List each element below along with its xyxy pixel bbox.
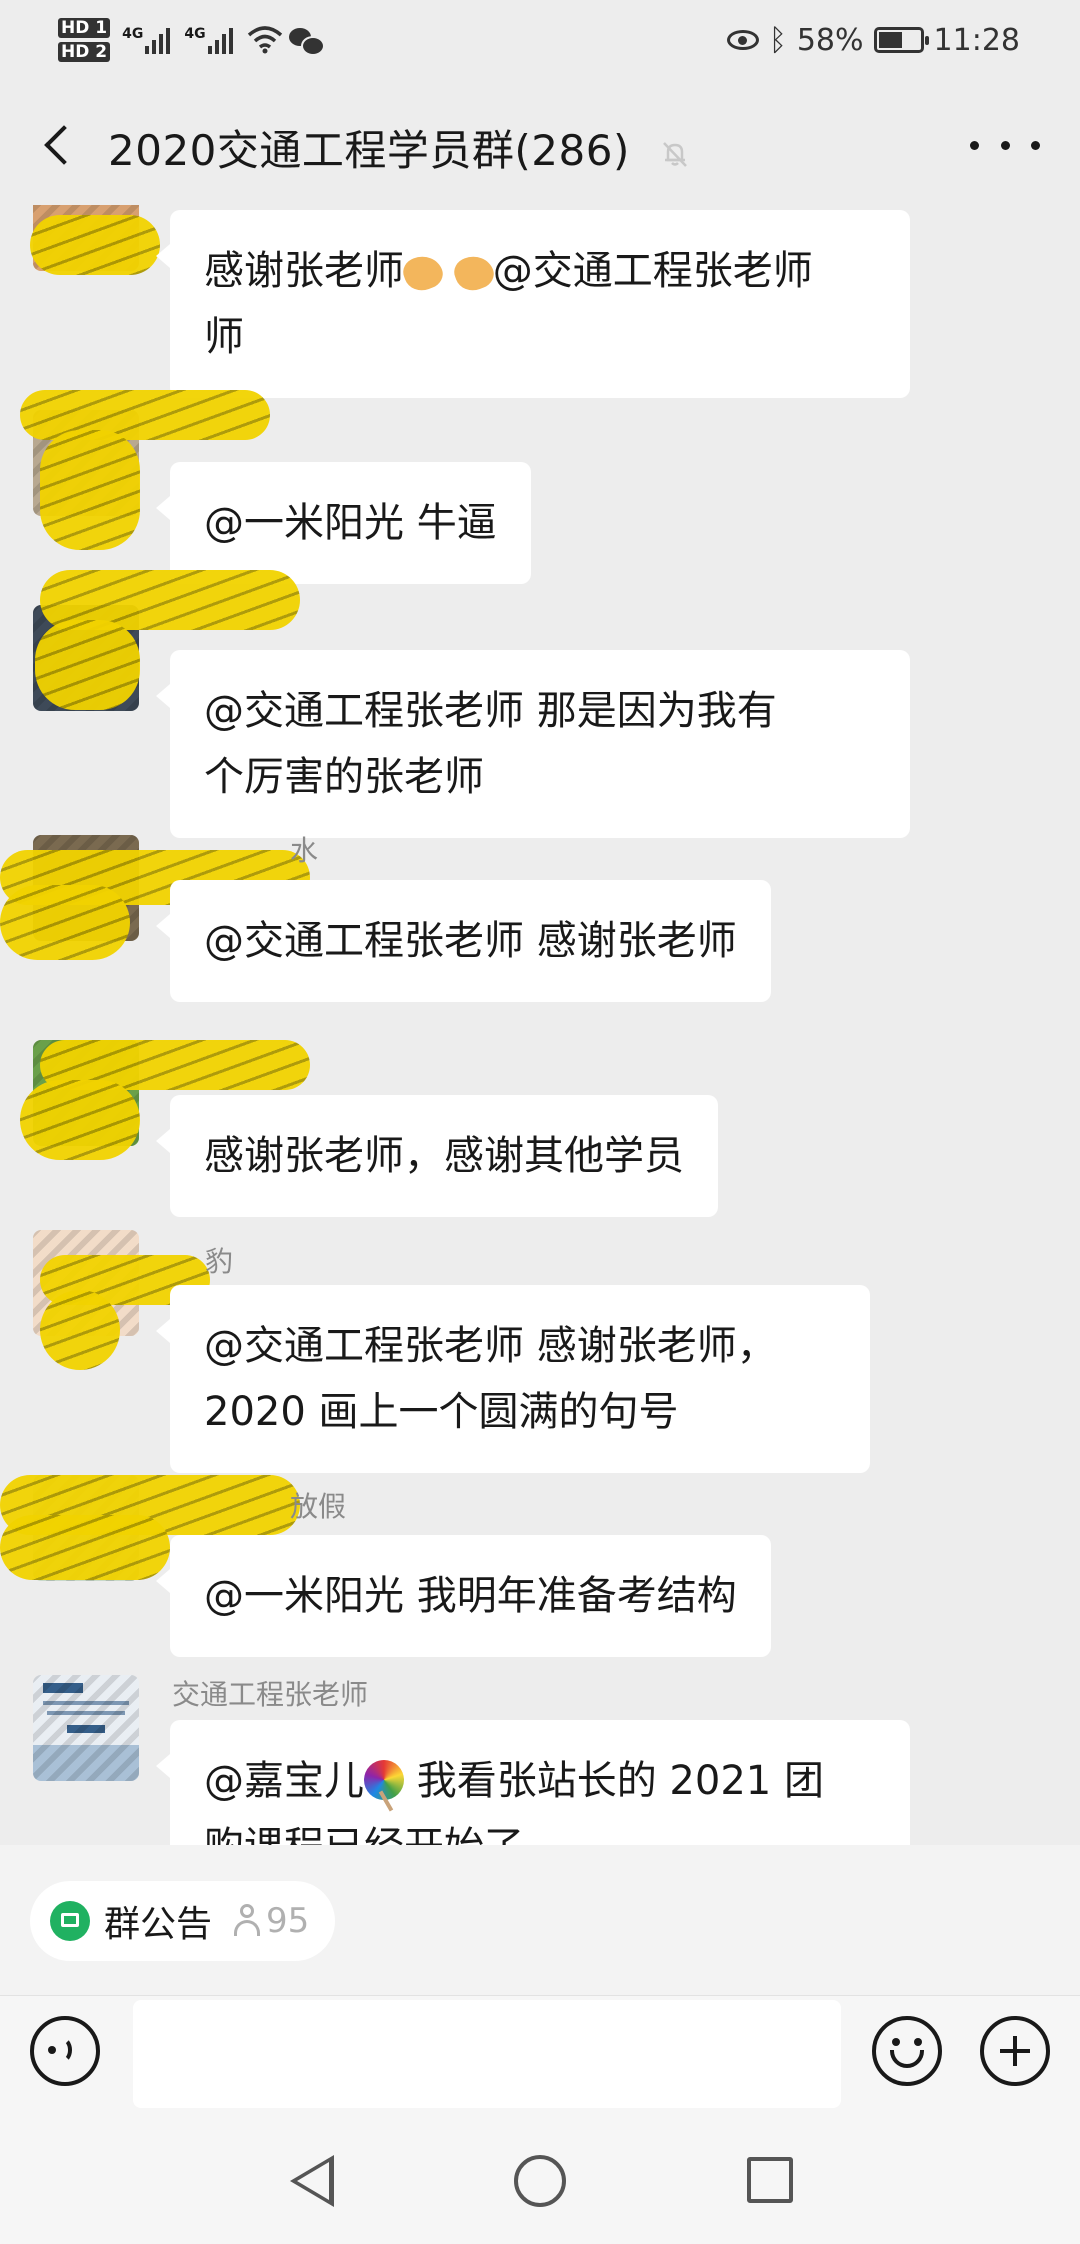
wifi-icon bbox=[247, 26, 282, 54]
message-bubble[interactable]: @嘉宝儿 我看张站长的 2021 团 购课程已经开始了 bbox=[156, 1720, 910, 1845]
message-bubble[interactable]: @交通工程张老师 那是因为我有 个厉害的张老师 bbox=[156, 650, 910, 838]
redaction-scribble bbox=[0, 1515, 170, 1580]
nav-recents-icon[interactable] bbox=[747, 2157, 793, 2203]
message-text-line2: 2020 画上一个圆满的句号 bbox=[204, 1389, 679, 1435]
lollipop-emoji-icon bbox=[364, 1760, 404, 1800]
network-type-1: 4G bbox=[122, 26, 144, 42]
hd1-badge: HD 1 bbox=[58, 18, 111, 38]
message-bubble[interactable]: @交通工程张老师 感谢张老师， 2020 画上一个圆满的句号 bbox=[156, 1285, 870, 1473]
sender-name: 豹 bbox=[205, 1245, 234, 1278]
redaction-scribble bbox=[35, 620, 140, 710]
mute-bell-icon bbox=[662, 141, 687, 167]
announcement-bar: 群公告 95 bbox=[0, 1845, 1080, 1995]
signal-icon-2: 4G bbox=[184, 26, 233, 54]
status-bar: HD 1 HD 2 4G 4G ᛒ 58% 11:28 bbox=[0, 0, 1080, 80]
message-bubble[interactable]: @交通工程张老师 感谢张老师 bbox=[156, 880, 771, 1002]
member-count: 95 bbox=[266, 1901, 310, 1941]
back-button[interactable] bbox=[30, 115, 90, 175]
clap-hands-emoji-icon bbox=[450, 250, 498, 296]
sender-name: 交通工程张老师 bbox=[172, 1678, 369, 1711]
bluetooth-icon: ᛒ bbox=[768, 22, 787, 58]
hd2-badge: HD 2 bbox=[58, 42, 111, 62]
eye-comfort-icon bbox=[726, 30, 759, 50]
group-announcement-button[interactable]: 群公告 95 bbox=[30, 1881, 336, 1961]
nav-back-icon[interactable] bbox=[290, 2155, 334, 2207]
status-left-group: HD 1 HD 2 4G 4G bbox=[58, 10, 325, 70]
message-text: @交通工程张老师 那是因为我有 bbox=[204, 688, 777, 734]
sender-name: 放假 bbox=[290, 1490, 347, 1523]
message-bubble[interactable]: @一米阳光 牛逼 bbox=[156, 462, 531, 584]
message-list[interactable]: 感谢张老师 @交通工程张老师 师 @一米阳光 牛逼 @交通工程张老师 那是因为我… bbox=[0, 205, 1080, 1845]
battery-icon bbox=[873, 27, 929, 53]
message-text: @一米阳光 牛逼 bbox=[204, 500, 497, 546]
battery-percent: 58% bbox=[796, 22, 864, 58]
system-navigation-bar bbox=[0, 2115, 1080, 2244]
message-text: @交通工程张老师 感谢张老师， bbox=[204, 1323, 777, 1369]
message-text: 感谢张老师，感谢其他学员 bbox=[204, 1133, 684, 1179]
book-cover-avatar-image bbox=[33, 1675, 139, 1781]
message-text: 感谢张老师 bbox=[204, 248, 404, 294]
announcement-icon bbox=[50, 1901, 90, 1941]
message-bubble[interactable]: 感谢张老师，感谢其他学员 bbox=[156, 1095, 718, 1217]
chat-title: 2020交通工程学员群(286) bbox=[108, 126, 630, 175]
announcement-label: 群公告 bbox=[104, 1904, 213, 1945]
redaction-scribble bbox=[0, 885, 130, 960]
voice-input-button[interactable] bbox=[30, 2016, 100, 2086]
message-text: @嘉宝儿 bbox=[204, 1758, 364, 1804]
wechat-notification-icon bbox=[288, 26, 325, 56]
sender-name: 水 bbox=[290, 834, 319, 867]
emoji-button[interactable] bbox=[872, 2016, 942, 2086]
message-text-line2: 购课程已经开始了 bbox=[204, 1824, 524, 1845]
nav-home-icon[interactable] bbox=[514, 2155, 566, 2207]
message-input[interactable] bbox=[133, 2000, 841, 2108]
status-right-group: ᛒ 58% 11:28 bbox=[726, 18, 1020, 62]
chat-header: 2020交通工程学员群(286) bbox=[0, 85, 1080, 205]
more-functions-plus-button[interactable] bbox=[980, 2016, 1050, 2086]
message-bubble[interactable]: @一米阳光 我明年准备考结构 bbox=[156, 1535, 771, 1657]
clock: 11:28 bbox=[933, 22, 1020, 58]
signal-icon-1: 4G bbox=[122, 26, 171, 54]
message-text-after-emoji: @交通工程张老师 bbox=[492, 248, 813, 294]
redaction-scribble bbox=[20, 390, 270, 440]
more-options-button[interactable] bbox=[970, 125, 1040, 165]
clap-hands-emoji-icon bbox=[399, 250, 447, 296]
redaction-scribble bbox=[20, 1080, 140, 1160]
hd-indicator: HD 1 HD 2 bbox=[58, 16, 111, 64]
message-text-after-emoji: 我看张站长的 2021 团 bbox=[404, 1758, 824, 1804]
message-text-line2: 师 bbox=[204, 314, 244, 360]
redaction-scribble bbox=[40, 430, 140, 550]
redaction-scribble bbox=[30, 215, 160, 275]
person-icon bbox=[232, 1904, 262, 1938]
message-text-line2: 个厉害的张老师 bbox=[204, 754, 484, 800]
avatar[interactable] bbox=[33, 1675, 139, 1781]
message-text: @交通工程张老师 感谢张老师 bbox=[204, 918, 737, 964]
redaction-scribble bbox=[40, 1290, 120, 1370]
chat-title-wrap: 2020交通工程学员群(286) bbox=[108, 117, 690, 178]
message-bubble[interactable]: 感谢张老师 @交通工程张老师 师 bbox=[156, 210, 910, 398]
input-bar bbox=[0, 1995, 1080, 2116]
network-type-2: 4G bbox=[184, 26, 206, 42]
message-text: @一米阳光 我明年准备考结构 bbox=[204, 1573, 737, 1619]
